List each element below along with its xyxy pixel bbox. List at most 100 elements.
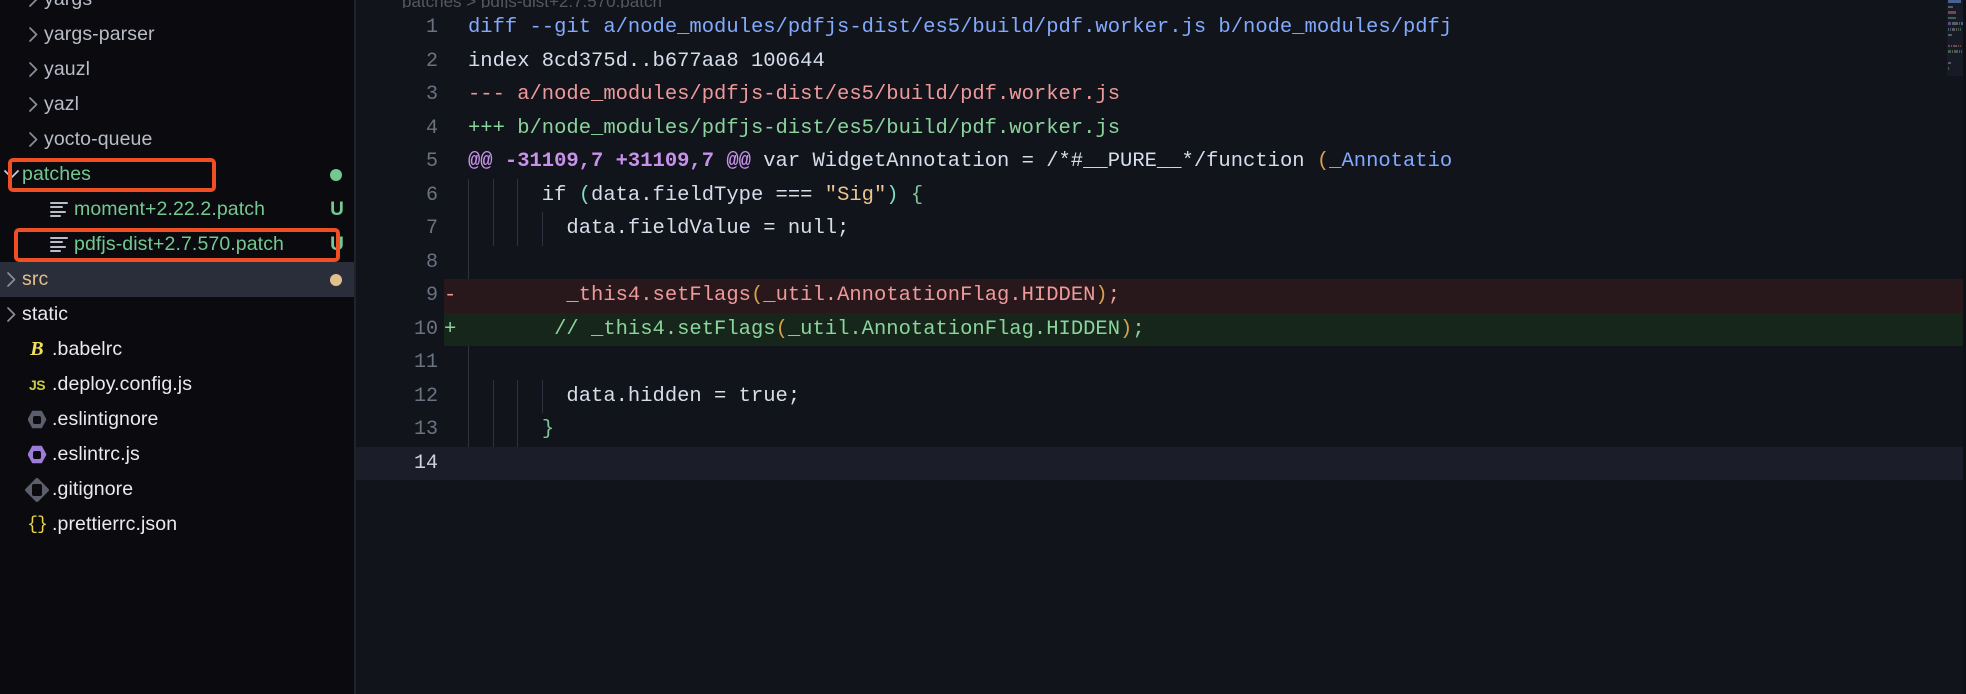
code-line[interactable]: 14 — [356, 446, 1966, 481]
code-token: } — [541, 418, 555, 441]
tree-file-gitignore[interactable]: .gitignore — [0, 472, 356, 507]
git-status-badge: U — [330, 198, 344, 220]
line-number: 10 — [413, 317, 438, 341]
code-token: ) — [1095, 284, 1108, 307]
code-token: _Annotatio — [1329, 150, 1453, 173]
tree-item-label: pdfjs-dist+2.7.570.patch — [74, 233, 284, 255]
diff-removed-marker: - — [444, 284, 457, 307]
code-token: _this4.setFlags — [468, 284, 751, 307]
code-line-text[interactable]: + // _this4.setFlags(_util.AnnotationFla… — [444, 312, 1966, 346]
tree-item-label: .deploy.config.js — [52, 373, 193, 395]
tree-folder-src[interactable]: src — [0, 262, 356, 297]
line-number: 4 — [425, 116, 438, 140]
git-status-badge: U — [330, 233, 344, 255]
minimap[interactable] — [1947, 0, 1963, 694]
code-line-text[interactable]: --- a/node_modules/pdfjs-dist/es5/build/… — [444, 78, 1966, 112]
chevron-right-icon[interactable] — [0, 271, 22, 288]
line-number: 8 — [425, 250, 438, 274]
tree-file-pdfjs-dist-2-7-570-patch[interactable]: pdfjs-dist+2.7.570.patch U — [0, 227, 356, 262]
code-line[interactable]: 12 data.hidden = true; — [356, 379, 1966, 413]
code-token: data.fieldValue = null; — [468, 217, 850, 240]
line-number: 3 — [425, 83, 438, 106]
code-line[interactable]: 13 } — [356, 413, 1966, 447]
code-line[interactable]: 6 if (data.fieldType === "Sig") { — [356, 178, 1966, 212]
tree-file-babelrc[interactable]: B .babelrc — [0, 332, 356, 367]
tree-folder-static[interactable]: static — [0, 297, 356, 332]
code-token: ; — [1107, 284, 1121, 307]
line-number: 1 — [425, 16, 438, 39]
code-token: ) — [886, 183, 899, 207]
code-line-text[interactable]: diff --git a/node_modules/pdfjs-dist/es5… — [444, 11, 1966, 45]
line-number: 11 — [413, 351, 438, 374]
tree-file-eslintignore[interactable]: .eslintignore — [0, 402, 356, 437]
code-line[interactable]: 2 index 8cd375d..b677aa8 100644 — [356, 45, 1966, 79]
line-number: 7 — [425, 217, 438, 240]
tree-item-label: yazl — [44, 93, 80, 115]
patch-file-icon — [44, 201, 74, 218]
code-line-text[interactable] — [444, 447, 1966, 481]
code-line[interactable]: 4 +++ b/node_modules/pdfjs-dist/es5/build… — [356, 112, 1966, 146]
code-line[interactable]: 10 + // _this4.setFlags(_util.AnnotationF… — [356, 312, 1966, 346]
git-status-dot — [330, 168, 342, 181]
code-line-text[interactable] — [444, 245, 1966, 279]
eslint-grey-icon — [22, 410, 52, 429]
code-line[interactable]: 11 — [356, 346, 1966, 380]
tree-folder-yauzl[interactable]: yauzl — [0, 52, 356, 87]
code-line-text[interactable]: data.fieldValue = null; — [444, 212, 1966, 246]
code-line[interactable]: 9- _this4.setFlags(_util.AnnotationFlag.… — [356, 279, 1966, 313]
chevron-right-icon[interactable] — [22, 96, 44, 113]
tree-item-label: yargs — [44, 0, 348, 11]
breadcrumb[interactable]: patches > pdfjs-dist+2.7.570.patch — [356, 0, 1966, 8]
code-line-text[interactable]: data.hidden = true; — [444, 379, 1966, 413]
tree-item-label: yargs-parser — [44, 23, 155, 45]
tree-folder-yocto-queue[interactable]: yocto-queue — [0, 122, 356, 157]
code-line[interactable]: 8 — [356, 245, 1966, 279]
tree-item-label: src — [22, 268, 49, 290]
code-line-text[interactable]: } — [444, 413, 1966, 447]
chevron-right-icon[interactable] — [22, 131, 44, 148]
chevron-right-icon[interactable] — [22, 26, 44, 43]
code-token: ( — [578, 183, 592, 207]
chevron-down-icon[interactable] — [0, 169, 22, 180]
tree-folder-yargs[interactable]: yargs — [0, 0, 356, 17]
tree-folder-yargs-parser[interactable]: yargs-parser — [0, 17, 356, 52]
tree-folder-yazl[interactable]: yazl — [0, 87, 356, 122]
code-token: data.fieldType === — [591, 183, 825, 207]
code-line[interactable]: 3 --- a/node_modules/pdfjs-dist/es5/build… — [356, 78, 1966, 112]
git-status-dot — [330, 273, 342, 286]
explorer-sidebar: yargs yargs-parser yauzl yazl yocto-queue pat… — [0, 0, 356, 694]
code-token: _util.AnnotationFlag.HIDDEN — [763, 284, 1096, 307]
eslint-purple-icon — [22, 445, 52, 464]
tree-item-label: .eslintrc.js — [52, 443, 140, 465]
code-line-text[interactable]: +++ b/node_modules/pdfjs-dist/es5/build/… — [444, 112, 1966, 146]
tree-file-deploy-config-js[interactable]: JS .deploy.config.js — [0, 367, 356, 402]
tree-file-moment-2-22-2-patch[interactable]: moment+2.22.2.patch U — [0, 192, 356, 227]
code-line[interactable]: 1 diff --git a/node_modules/pdfjs-dist/es… — [356, 11, 1966, 45]
code-line-text[interactable] — [444, 346, 1966, 380]
code-line-text[interactable]: if (data.fieldType === "Sig") { — [444, 178, 1966, 212]
code-line-text[interactable]: @@ -31109,7 +31109,7 @@ var WidgetAnnota… — [444, 145, 1966, 179]
code-editor[interactable]: patches > pdfjs-dist+2.7.570.patch 1 diff… — [356, 0, 1966, 694]
tree-file-eslintrc-js[interactable]: .eslintrc.js — [0, 437, 356, 472]
minimap-slider[interactable] — [1947, 0, 1963, 76]
code-line[interactable]: 5 @@ -31109,7 +31109,7 @@ var WidgetAnnot… — [356, 145, 1966, 179]
code-token: +++ b/node_modules/pdfjs-dist/es5/build/… — [468, 116, 1121, 140]
code-line[interactable]: 7 data.fieldValue = null; — [356, 212, 1966, 246]
line-number: 6 — [425, 183, 438, 207]
chevron-right-icon[interactable] — [0, 306, 22, 323]
code-lines[interactable]: 1 diff --git a/node_modules/pdfjs-dist/es… — [356, 11, 1966, 694]
code-token: index 8cd375d..b677aa8 100644 — [468, 49, 825, 73]
tree-item-label: .babelrc — [52, 338, 123, 360]
code-line-text[interactable]: index 8cd375d..b677aa8 100644 — [444, 45, 1966, 79]
chevron-right-icon[interactable] — [22, 61, 44, 78]
code-token: // _this4.setFlags — [468, 317, 776, 341]
tree-file-prettierrc-json[interactable]: {} .prettierrc.json — [0, 507, 356, 542]
code-line-text[interactable]: - _this4.setFlags(_util.AnnotationFlag.H… — [444, 279, 1966, 313]
line-number: 13 — [413, 418, 438, 441]
code-token: diff --git a/node_modules/pdfjs-dist/es5… — [468, 16, 1453, 39]
line-number: 5 — [425, 150, 438, 173]
tree-folder-patches[interactable]: patches — [0, 157, 356, 192]
chevron-right-icon[interactable] — [22, 0, 44, 8]
code-token: "Sig" — [824, 183, 887, 207]
